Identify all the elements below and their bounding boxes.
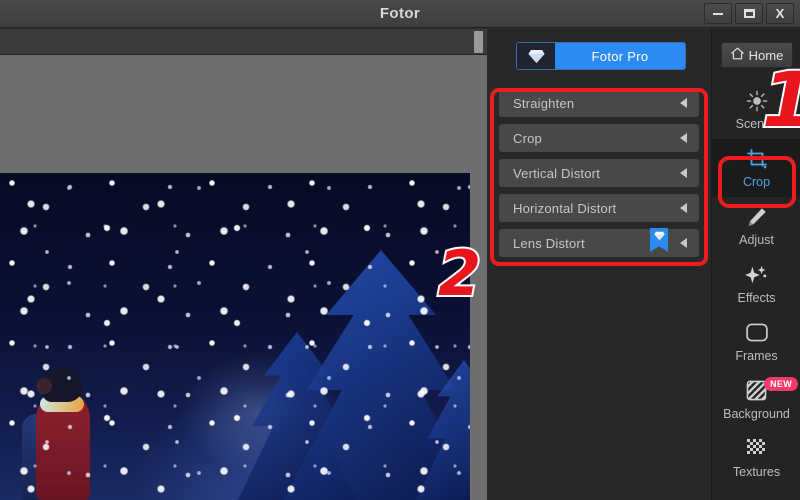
- sparkles-icon: [744, 264, 769, 286]
- sidebar-item-label: Background: [723, 406, 790, 421]
- fotor-pro-label: Fotor Pro: [555, 43, 685, 69]
- tool-row-lens-distort[interactable]: Lens Distort: [499, 228, 699, 257]
- checker-dots-icon: [746, 438, 767, 460]
- annotation-number-one: 1: [760, 60, 800, 140]
- chevron-left-icon: [680, 98, 687, 108]
- rounded-square-icon: [745, 322, 768, 344]
- sidebar-item-textures[interactable]: Textures: [712, 429, 800, 487]
- snow-layer-small: [0, 173, 470, 500]
- sidebar-item-label: Crop: [742, 174, 771, 189]
- minimize-icon: [713, 12, 723, 15]
- sidebar-item-effects[interactable]: Effects: [712, 255, 800, 313]
- window-title: Fotor: [379, 5, 421, 22]
- maximize-icon: [743, 9, 755, 18]
- chevron-left-icon: [680, 168, 687, 178]
- diamond-badge-icon: [650, 228, 668, 252]
- tool-row-label: Vertical Distort: [513, 165, 601, 181]
- vertical-scroll-handle[interactable]: [474, 31, 483, 53]
- pencil-icon: [746, 206, 768, 228]
- close-button[interactable]: X: [766, 3, 794, 24]
- minimize-button[interactable]: [704, 3, 732, 24]
- home-icon: [730, 47, 744, 63]
- tool-row-label: Straighten: [513, 95, 575, 111]
- title-bar: Fotor X: [0, 0, 800, 28]
- crop-icon: [746, 148, 768, 170]
- tool-row-label: Horizontal Distort: [513, 200, 617, 216]
- sidebar-item-crop[interactable]: Crop: [712, 139, 800, 197]
- chevron-left-icon: [680, 203, 687, 213]
- tool-row-straighten[interactable]: Straighten: [499, 89, 699, 117]
- tool-row-horizontal-distort[interactable]: Horizontal Distort: [499, 194, 699, 222]
- fotor-app-window: Fotor X Fotor Pro Straighten Crop Vertic…: [0, 0, 800, 500]
- tool-row-label: Lens Distort: [513, 235, 585, 251]
- window-controls: X: [704, 3, 794, 24]
- chevron-left-icon: [680, 238, 687, 248]
- sidebar-item-adjust[interactable]: Adjust: [712, 197, 800, 255]
- maximize-button[interactable]: [735, 3, 763, 24]
- fotor-pro-button[interactable]: Fotor Pro: [516, 42, 686, 70]
- diamond-icon: [517, 43, 555, 69]
- canvas-toolbar: [0, 29, 487, 55]
- annotation-number-two: 2: [436, 237, 483, 310]
- canvas-stage[interactable]: [0, 56, 487, 500]
- crop-tool-panel: Fotor Pro Straighten Crop Vertical Disto…: [487, 29, 711, 500]
- sidebar-item-label: Textures: [732, 464, 781, 479]
- close-icon: X: [775, 6, 785, 21]
- tool-row-vertical-distort[interactable]: Vertical Distort: [499, 159, 699, 187]
- sidebar-item-label: Effects: [737, 290, 776, 305]
- tool-row-crop[interactable]: Crop: [499, 124, 699, 152]
- edited-photo[interactable]: [0, 173, 470, 500]
- sidebar-item-label: Frames: [735, 348, 778, 363]
- chevron-left-icon: [680, 133, 687, 143]
- canvas-column: [0, 29, 487, 500]
- sidebar-item-background[interactable]: NEW Background: [712, 371, 800, 429]
- sidebar-item-label: Adjust: [739, 232, 774, 247]
- new-badge: NEW: [764, 377, 799, 391]
- tool-row-label: Crop: [513, 130, 542, 146]
- sidebar-item-frames[interactable]: Frames: [712, 313, 800, 371]
- distort-tool-rows: Straighten Crop Vertical Distort Horizon…: [499, 89, 699, 264]
